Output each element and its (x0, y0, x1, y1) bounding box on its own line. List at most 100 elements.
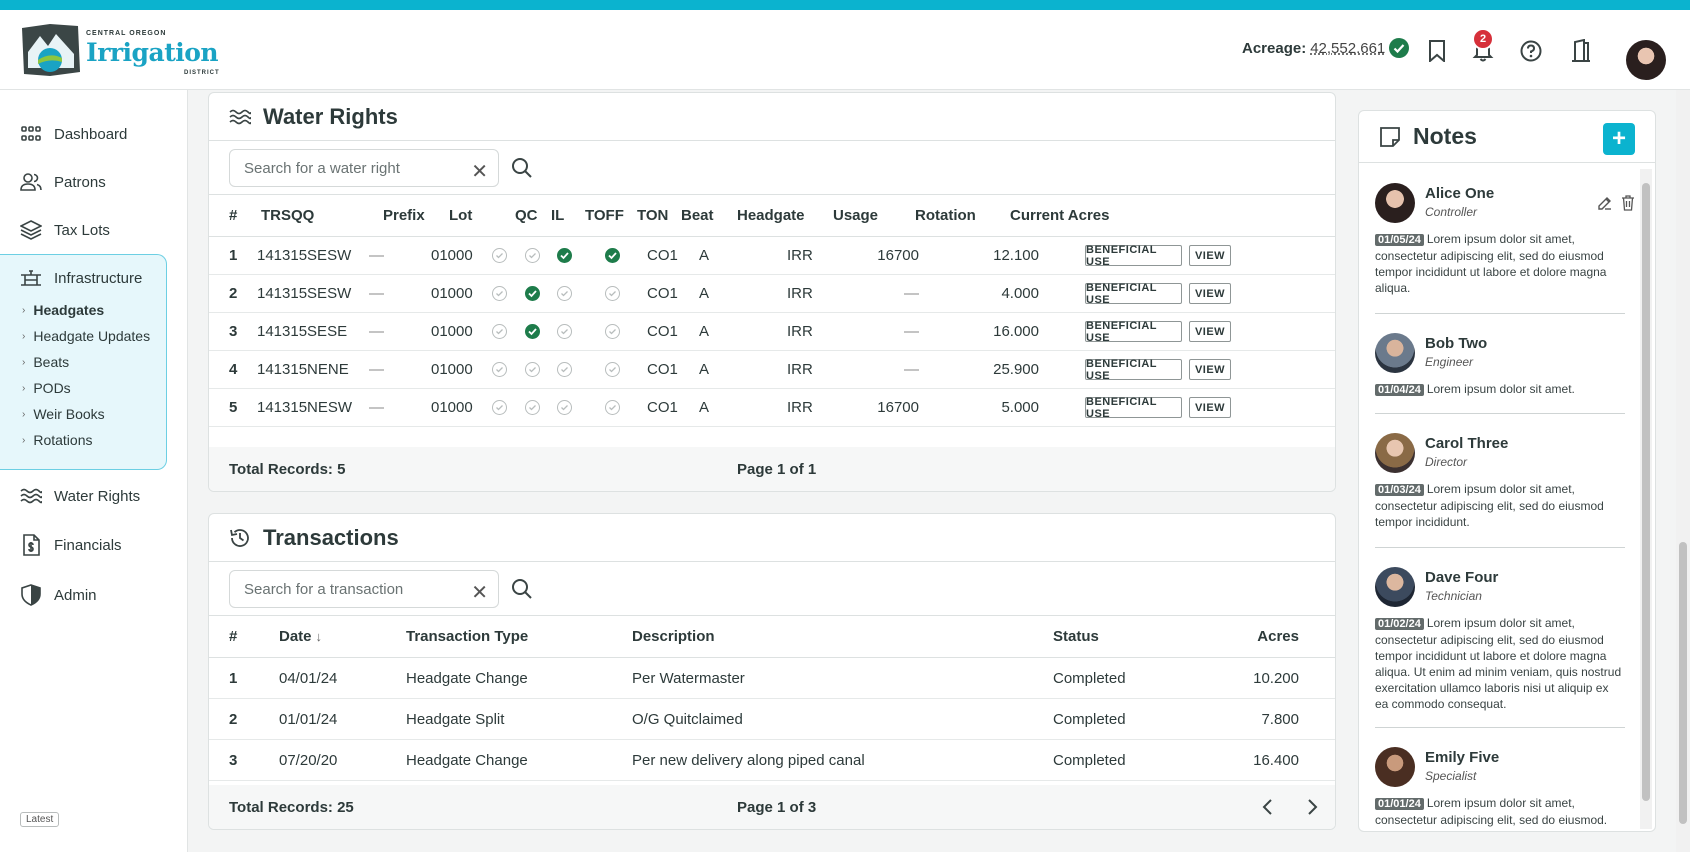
usage-cell: IRR (787, 399, 813, 416)
trsqq-cell: 141315SESW (257, 247, 352, 264)
view-button[interactable]: VIEW (1189, 283, 1231, 304)
page-scrollbar[interactable] (1676, 90, 1690, 852)
sidebar-sub-beats[interactable]: › Beats (22, 354, 69, 370)
sidebar-item-financials[interactable]: Financials (20, 532, 122, 558)
table-row[interactable]: 3 141315SESE — 01000 CO1 A IRR — 16.000 BENEFICIA… (209, 313, 1335, 351)
note-text: 01/04/24 Lorem ipsum dolor sit amet. (1375, 381, 1625, 398)
beneficial-use-button[interactable]: BENEFICIAL USE (1085, 358, 1182, 382)
scrollbar-thumb[interactable] (1679, 542, 1687, 824)
sidebar-item-water-rights[interactable]: Water Rights (20, 483, 140, 509)
prefix-cell: — (369, 323, 384, 340)
beneficial-use-button[interactable]: BENEFICIAL USE (1085, 244, 1182, 268)
table-row[interactable]: 4 141315NENE — 01000 CO1 A IRR — 25.900 BENEFICIA… (209, 351, 1335, 389)
search-icon[interactable] (511, 157, 533, 179)
clear-icon[interactable]: ✕ (471, 159, 488, 184)
sidebar-item-label: Patrons (54, 173, 106, 191)
notes-scrollbar[interactable] (1640, 169, 1652, 829)
acreage-value[interactable]: 42,552.661 (1310, 40, 1385, 57)
check-off-icon (557, 362, 572, 377)
table-row[interactable]: 3 07/20/20 Headgate Change Per new delivery… (209, 740, 1335, 781)
note-avatar[interactable] (1375, 567, 1415, 607)
view-button[interactable]: VIEW (1189, 397, 1231, 418)
sidebar-item-admin[interactable]: Admin (20, 582, 97, 608)
col-header[interactable]: TON (637, 195, 668, 236)
logo[interactable]: CENTRAL OREGON Irrigation DISTRICT (20, 22, 219, 78)
logout-icon[interactable] (1568, 38, 1594, 64)
row-number: 3 (229, 323, 238, 340)
view-button[interactable]: VIEW (1189, 359, 1231, 380)
sidebar-sub-headgate-updates[interactable]: › Headgate Updates (22, 328, 150, 344)
col-header[interactable]: Headgate (737, 195, 805, 236)
col-header[interactable]: TOFF (585, 195, 624, 236)
beneficial-use-button[interactable]: BENEFICIAL USE (1085, 320, 1182, 344)
table-row[interactable]: 2 01/01/24 Headgate Split O/G Quitclaimed Co… (209, 699, 1335, 740)
clear-icon[interactable]: ✕ (471, 580, 488, 605)
col-header[interactable]: TRSQQ (261, 195, 314, 236)
scrollbar-thumb[interactable] (1642, 183, 1650, 801)
note-avatar[interactable] (1375, 747, 1415, 787)
date-cell: 04/01/24 (279, 669, 338, 687)
headgate-cell: A (699, 361, 710, 378)
chevron-left-icon[interactable] (1261, 785, 1275, 829)
sidebar-item-patrons[interactable]: Patrons (20, 169, 106, 195)
col-header[interactable]: IL (551, 195, 564, 236)
view-button[interactable]: VIEW (1189, 321, 1231, 342)
col-header[interactable]: QC (515, 195, 538, 236)
ton-cell (605, 237, 620, 274)
col-header[interactable]: Lot (449, 195, 472, 236)
check-off-icon (605, 286, 620, 301)
note-divider (1375, 413, 1625, 414)
sidebar-sub-headgates[interactable]: › Headgates (22, 302, 104, 318)
add-note-button[interactable]: + (1603, 123, 1635, 155)
edit-icon[interactable] (1597, 195, 1613, 215)
transactions-search-input[interactable]: Search for a transaction ✕ (229, 570, 499, 608)
table-row[interactable]: 1 04/01/24 Headgate Change Per Watermaster C… (209, 658, 1335, 699)
note-author: Bob Two (1425, 335, 1488, 352)
row-number: 2 (229, 285, 238, 302)
trsqq-cell: 141315SESE (257, 323, 348, 340)
beneficial-use-button[interactable]: BENEFICIAL USE (1085, 282, 1182, 306)
layers-icon (20, 220, 42, 240)
sidebar-item-dashboard[interactable]: Dashboard (20, 121, 127, 147)
col-header[interactable]: Usage (833, 195, 878, 236)
il-cell (525, 237, 540, 274)
table-row[interactable]: 2 141315SESW — 01000 CO1 A IRR — 4.000 BENEFICIAL… (209, 275, 1335, 313)
bookmark-icon[interactable] (1424, 38, 1450, 64)
lot-cell: 01000 (431, 323, 473, 340)
help-icon[interactable] (1518, 38, 1544, 64)
col-header-date[interactable]: Date ↓ (279, 616, 322, 657)
check-off-icon (557, 400, 572, 415)
table-row[interactable]: 1 141315SESW — 01000 CO1 A IRR 16700 12.100 BENEF… (209, 237, 1335, 275)
user-avatar[interactable] (1626, 40, 1666, 80)
col-header[interactable]: Rotation (915, 195, 976, 236)
col-header[interactable]: Status (1053, 616, 1099, 657)
sidebar-sub-weir-books[interactable]: › Weir Books (22, 406, 105, 422)
sidebar-item-infrastructure[interactable]: Infrastructure (20, 265, 142, 291)
rotation-cell: 16700 (877, 247, 919, 264)
transactions-search-row: Search for a transaction ✕ (209, 562, 1335, 616)
rotation-cell: — (904, 323, 919, 340)
col-header[interactable]: Transaction Type (406, 616, 528, 657)
sidebar-sub-pods[interactable]: › PODs (22, 380, 71, 396)
qc-cell (492, 389, 507, 426)
toff-cell (557, 313, 572, 350)
col-header[interactable]: Acres (1189, 616, 1299, 657)
beneficial-use-button[interactable]: BENEFICIAL USE (1085, 396, 1182, 420)
note-avatar[interactable] (1375, 333, 1415, 373)
trash-icon[interactable] (1621, 195, 1635, 215)
table-row[interactable]: 5 141315NESW — 01000 CO1 A IRR 16700 5.000 BENEFI… (209, 389, 1335, 427)
sidebar-item-tax-lots[interactable]: Tax Lots (20, 217, 110, 243)
col-header[interactable]: Description (632, 616, 715, 657)
view-button[interactable]: VIEW (1189, 245, 1231, 266)
col-header[interactable]: Prefix (383, 195, 425, 236)
headgate-cell: A (699, 285, 710, 302)
water-rights-search-input[interactable]: Search for a water right ✕ (229, 149, 499, 187)
sidebar-sub-rotations[interactable]: › Rotations (22, 432, 93, 448)
note-avatar[interactable] (1375, 183, 1415, 223)
note-role: Specialist (1425, 769, 1477, 783)
chevron-right-icon[interactable] (1305, 785, 1319, 829)
note-avatar[interactable] (1375, 433, 1415, 473)
col-header[interactable]: Current Acres (1010, 195, 1109, 236)
col-header[interactable]: Beat (681, 195, 714, 236)
search-icon[interactable] (511, 578, 533, 600)
